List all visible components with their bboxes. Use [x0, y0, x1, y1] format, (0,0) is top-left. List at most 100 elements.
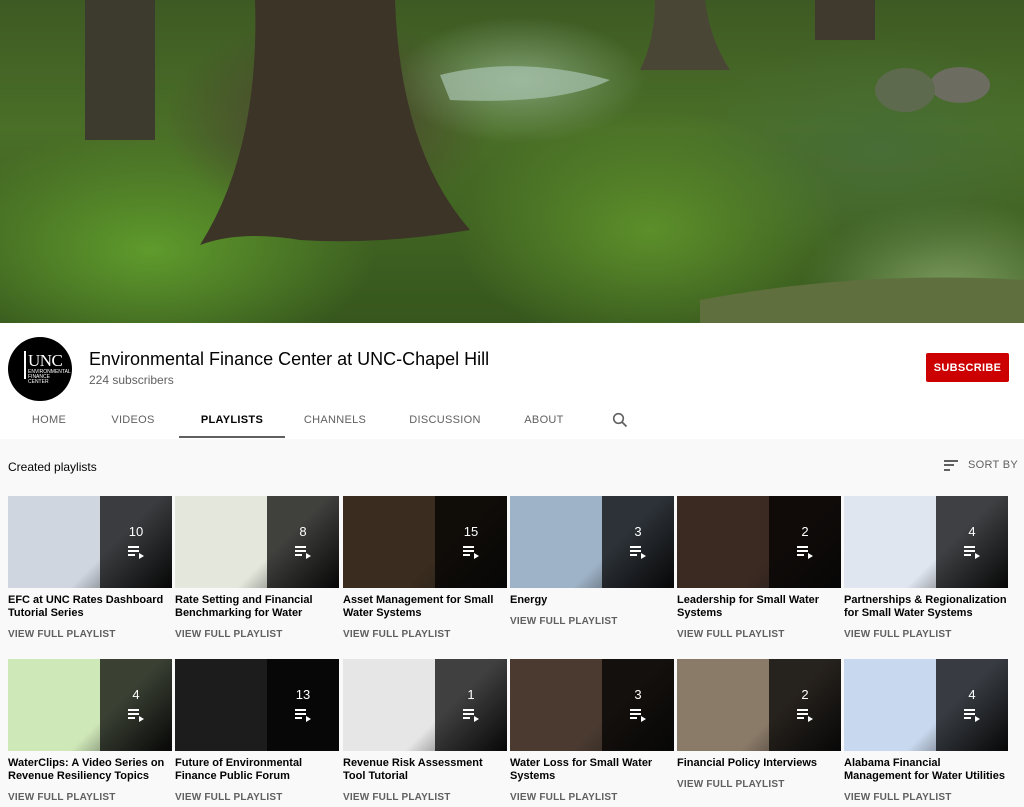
playlist-card[interactable]: 4 WaterClips: A Video Series on Revenue R…: [8, 659, 172, 803]
playlist-thumbnail[interactable]: 3: [510, 496, 674, 588]
view-full-playlist-link[interactable]: VIEW FULL PLAYLIST: [677, 629, 841, 640]
video-count: 10: [128, 524, 144, 539]
playlist-card[interactable]: 4 Alabama Financial Management for Water …: [844, 659, 1008, 803]
playlist-title[interactable]: Partnerships & Regionalization for Small…: [844, 594, 1008, 620]
avatar-logo-bar: [24, 351, 26, 379]
sort-by-button[interactable]: SORT BY: [944, 459, 1018, 471]
channel-avatar[interactable]: UNC ENVIRONMENTAL FINANCE CENTER: [8, 337, 72, 401]
playlist-title[interactable]: Asset Management for Small Water Systems: [343, 594, 507, 620]
view-full-playlist-link[interactable]: VIEW FULL PLAYLIST: [844, 629, 1008, 640]
avatar-logo-subtext: ENVIRONMENTAL FINANCE CENTER: [28, 369, 71, 385]
playlist-count-overlay: 4: [936, 496, 1008, 588]
view-full-playlist-link[interactable]: VIEW FULL PLAYLIST: [343, 792, 507, 803]
view-full-playlist-link[interactable]: VIEW FULL PLAYLIST: [343, 629, 507, 640]
playlist-icon: [630, 546, 646, 560]
playlist-count-overlay: 13: [267, 659, 339, 751]
video-count: 1: [467, 687, 475, 702]
video-count: 15: [463, 524, 479, 539]
playlist-count-overlay: 15: [435, 496, 507, 588]
view-full-playlist-link[interactable]: VIEW FULL PLAYLIST: [175, 629, 339, 640]
playlist-card[interactable]: 3 Water Loss for Small Water Systems VIEW …: [510, 659, 674, 803]
channel-banner: [0, 0, 1024, 323]
view-full-playlist-link[interactable]: VIEW FULL PLAYLIST: [175, 792, 339, 803]
sort-by-label: SORT BY: [968, 459, 1018, 471]
sort-icon: [944, 459, 958, 471]
playlist-icon: [295, 709, 311, 723]
video-count: 2: [801, 687, 809, 702]
forest-banner-image: [85, 0, 1024, 323]
playlist-thumbnail[interactable]: 2: [677, 659, 841, 751]
video-count: 4: [968, 524, 976, 539]
playlist-title[interactable]: Rate Setting and Financial Benchmarking …: [175, 594, 339, 620]
playlist-card[interactable]: 2 Financial Policy Interviews VIEW FULL PL…: [677, 659, 841, 790]
playlist-thumbnail[interactable]: 15: [343, 496, 507, 588]
tab-videos[interactable]: VIDEOS: [102, 409, 164, 438]
playlist-title[interactable]: Future of Environmental Finance Public F…: [175, 757, 339, 783]
tab-playlists[interactable]: PLAYLISTS: [179, 409, 285, 438]
playlist-title[interactable]: Financial Policy Interviews: [677, 757, 841, 770]
playlist-count-overlay: 4: [100, 659, 172, 751]
playlist-count-overlay: 8: [267, 496, 339, 588]
playlist-thumbnail[interactable]: 13: [175, 659, 339, 751]
playlist-title[interactable]: EFC at UNC Rates Dashboard Tutorial Seri…: [8, 594, 172, 620]
playlist-thumbnail[interactable]: 4: [844, 496, 1008, 588]
tab-channels[interactable]: CHANNELS: [296, 409, 374, 438]
playlist-card[interactable]: 13 Future of Environmental Finance Public…: [175, 659, 339, 803]
playlist-count-overlay: 3: [602, 496, 674, 588]
playlist-card[interactable]: 8 Rate Setting and Financial Benchmarking…: [175, 496, 339, 640]
playlist-title[interactable]: Energy: [510, 594, 674, 607]
playlist-icon: [463, 546, 479, 560]
playlist-icon: [128, 709, 144, 723]
tab-discussion[interactable]: DISCUSSION: [402, 409, 488, 438]
playlist-count-overlay: 2: [769, 496, 841, 588]
playlist-count-overlay: 10: [100, 496, 172, 588]
playlist-title[interactable]: Water Loss for Small Water Systems: [510, 757, 674, 783]
video-count: 4: [968, 687, 976, 702]
view-full-playlist-link[interactable]: VIEW FULL PLAYLIST: [677, 779, 841, 790]
playlist-count-overlay: 2: [769, 659, 841, 751]
playlist-icon: [463, 709, 479, 723]
playlist-title[interactable]: Alabama Financial Management for Water U…: [844, 757, 1008, 783]
view-full-playlist-link[interactable]: VIEW FULL PLAYLIST: [844, 792, 1008, 803]
channel-title: Environmental Finance Center at UNC-Chap…: [89, 349, 490, 369]
view-full-playlist-link[interactable]: VIEW FULL PLAYLIST: [510, 792, 674, 803]
playlist-card[interactable]: 15 Asset Management for Small Water Syste…: [343, 496, 507, 640]
subscriber-count: 224 subscribers: [89, 373, 174, 387]
subscribe-button[interactable]: SUBSCRIBE: [926, 353, 1009, 382]
playlist-title[interactable]: Revenue Risk Assessment Tool Tutorial: [343, 757, 507, 783]
video-count: 13: [295, 687, 311, 702]
playlist-icon: [964, 709, 980, 723]
playlist-card[interactable]: 10 EFC at UNC Rates Dashboard Tutorial Se…: [8, 496, 172, 640]
playlist-thumbnail[interactable]: 2: [677, 496, 841, 588]
tab-about[interactable]: ABOUT: [514, 409, 574, 438]
playlist-thumbnail[interactable]: 10: [8, 496, 172, 588]
playlist-thumbnail[interactable]: 8: [175, 496, 339, 588]
playlist-card[interactable]: 1 Revenue Risk Assessment Tool Tutorial VI…: [343, 659, 507, 803]
video-count: 8: [299, 524, 307, 539]
avatar-logo-text: UNC: [28, 351, 63, 370]
section-title: Created playlists: [8, 460, 97, 474]
playlist-card[interactable]: 3 Energy VIEW FULL PLAYLIST: [510, 496, 674, 627]
playlist-icon: [964, 546, 980, 560]
playlist-card[interactable]: 2 Leadership for Small Water Systems VIEW …: [677, 496, 841, 640]
playlist-thumbnail[interactable]: 4: [844, 659, 1008, 751]
playlist-thumbnail[interactable]: 4: [8, 659, 172, 751]
playlist-thumbnail[interactable]: 3: [510, 659, 674, 751]
view-full-playlist-link[interactable]: VIEW FULL PLAYLIST: [8, 792, 172, 803]
playlist-title[interactable]: Leadership for Small Water Systems: [677, 594, 841, 620]
playlist-title[interactable]: WaterClips: A Video Series on Revenue Re…: [8, 757, 172, 783]
view-full-playlist-link[interactable]: VIEW FULL PLAYLIST: [8, 629, 172, 640]
playlist-icon: [295, 546, 311, 560]
video-count: 3: [634, 687, 642, 702]
video-count: 3: [634, 524, 642, 539]
playlist-count-overlay: 3: [602, 659, 674, 751]
playlist-thumbnail[interactable]: 1: [343, 659, 507, 751]
view-full-playlist-link[interactable]: VIEW FULL PLAYLIST: [510, 616, 674, 627]
playlist-count-overlay: 1: [435, 659, 507, 751]
tab-home[interactable]: HOME: [18, 409, 80, 438]
playlist-icon: [797, 546, 813, 560]
search-icon[interactable]: [612, 412, 628, 428]
playlist-icon: [797, 709, 813, 723]
playlist-count-overlay: 4: [936, 659, 1008, 751]
playlist-card[interactable]: 4 Partnerships & Regionalization for Smal…: [844, 496, 1008, 640]
